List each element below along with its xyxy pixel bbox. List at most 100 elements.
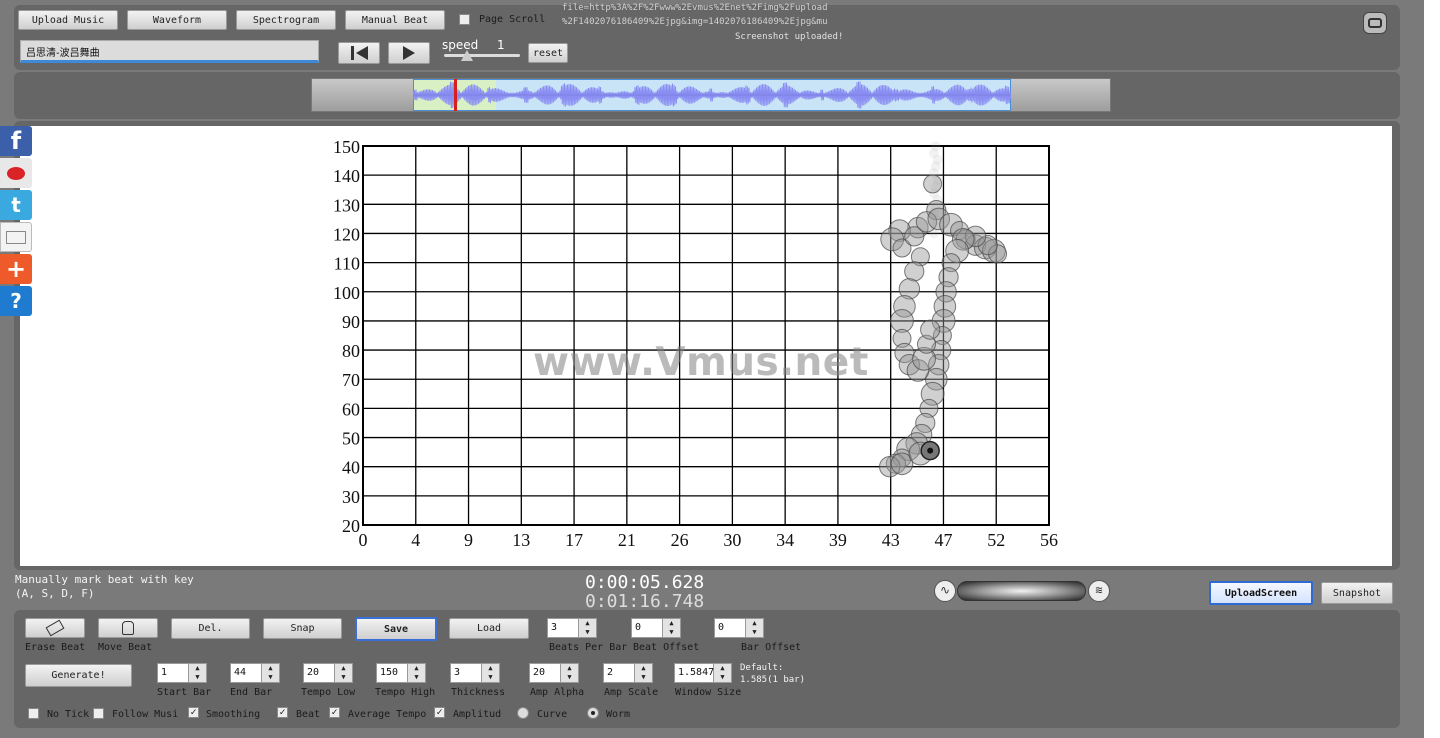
upload-music-button[interactable]: Upload Music bbox=[18, 10, 118, 30]
mail-icon[interactable] bbox=[0, 222, 32, 252]
beats-per-bar-value[interactable]: 3 bbox=[547, 618, 579, 638]
up-arrow-icon[interactable]: ▲ bbox=[714, 664, 731, 673]
move-beat-button[interactable] bbox=[98, 618, 158, 638]
page-scroll-checkbox[interactable] bbox=[459, 14, 470, 25]
amp-alpha-stepper[interactable]: 20 ▲ ▼ bbox=[529, 663, 579, 683]
waveform-zoom-icon[interactable]: ∿ bbox=[934, 580, 956, 602]
delete-button[interactable]: Del. bbox=[171, 618, 250, 639]
amplitude-slider[interactable] bbox=[957, 581, 1086, 601]
beats-per-bar-stepper[interactable]: 3 ▲ ▼ bbox=[547, 618, 597, 638]
instruction-line1: Manually mark beat with key bbox=[15, 573, 194, 586]
upload-screen-button[interactable]: UploadScreen bbox=[1209, 581, 1313, 605]
thickness-label: Thickness bbox=[451, 687, 506, 698]
app-frame: Upload Music Waveform Spectrogram Manual… bbox=[0, 0, 1424, 738]
reset-button[interactable]: reset bbox=[528, 43, 568, 63]
worm-radio[interactable] bbox=[587, 707, 599, 719]
up-arrow-icon[interactable]: ▲ bbox=[746, 619, 763, 628]
speed-slider-thumb[interactable] bbox=[461, 50, 473, 61]
start-bar-value[interactable]: 1 bbox=[157, 663, 189, 683]
snapshot-button[interactable]: Snapshot bbox=[1321, 582, 1393, 604]
speed-slider-track[interactable] bbox=[444, 54, 520, 57]
up-arrow-icon[interactable]: ▲ bbox=[408, 664, 425, 673]
up-arrow-icon[interactable]: ▲ bbox=[189, 664, 206, 673]
amp-scale-stepper[interactable]: 2 ▲ ▼ bbox=[603, 663, 653, 683]
save-button[interactable]: Save bbox=[355, 617, 437, 641]
weibo-icon[interactable] bbox=[0, 158, 32, 188]
up-arrow-icon[interactable]: ▲ bbox=[482, 664, 499, 673]
upload-info-line2: %2F1402076186409%2Ejpg&img=1402076186409… bbox=[562, 17, 828, 27]
bar-offset-value[interactable]: 0 bbox=[714, 618, 746, 638]
y-tick-label: 90 bbox=[342, 312, 360, 332]
spectrogram-button[interactable]: Spectrogram bbox=[236, 10, 336, 30]
up-arrow-icon[interactable]: ▲ bbox=[635, 664, 652, 673]
down-arrow-icon[interactable]: ▼ bbox=[262, 673, 279, 682]
thickness-value[interactable]: 3 bbox=[450, 663, 482, 683]
fullscreen-icon[interactable] bbox=[1363, 12, 1387, 34]
amp-alpha-value[interactable]: 20 bbox=[529, 663, 561, 683]
overview-waveform[interactable] bbox=[311, 78, 1111, 112]
tempo-high-stepper[interactable]: 150 ▲ ▼ bbox=[376, 663, 426, 683]
up-arrow-icon[interactable]: ▲ bbox=[262, 664, 279, 673]
down-arrow-icon[interactable]: ▼ bbox=[561, 673, 578, 682]
generate-button[interactable]: Generate! bbox=[25, 664, 132, 687]
thickness-stepper[interactable]: 3 ▲ ▼ bbox=[450, 663, 500, 683]
up-arrow-icon[interactable]: ▲ bbox=[663, 619, 680, 628]
waveform-max-icon[interactable]: ≋ bbox=[1088, 580, 1110, 602]
up-arrow-icon[interactable]: ▲ bbox=[561, 664, 578, 673]
twitter-icon[interactable]: t bbox=[0, 190, 32, 220]
window-size-stepper[interactable]: 1.5847 ▲ ▼ bbox=[674, 663, 732, 683]
tempo-low-value[interactable]: 20 bbox=[303, 663, 335, 683]
beat-offset-stepper[interactable]: 0 ▲ ▼ bbox=[631, 618, 681, 638]
no-tick-label: No Tick bbox=[47, 709, 90, 720]
smoothing-checkbox[interactable]: ✓ bbox=[188, 707, 199, 718]
tempo-high-value[interactable]: 150 bbox=[376, 663, 408, 683]
no-tick-checkbox[interactable] bbox=[28, 708, 39, 719]
amp-scale-value[interactable]: 2 bbox=[603, 663, 635, 683]
down-arrow-icon[interactable]: ▼ bbox=[579, 628, 596, 637]
down-arrow-icon[interactable]: ▼ bbox=[482, 673, 499, 682]
end-bar-stepper[interactable]: 44 ▲ ▼ bbox=[230, 663, 280, 683]
beat-label: Beat bbox=[296, 709, 321, 720]
follow-music-checkbox[interactable] bbox=[93, 708, 104, 719]
y-tick-label: 110 bbox=[334, 254, 360, 274]
down-arrow-icon[interactable]: ▼ bbox=[189, 673, 206, 682]
erase-beat-label: Erase Beat bbox=[25, 642, 86, 653]
down-arrow-icon[interactable]: ▼ bbox=[663, 628, 680, 637]
up-arrow-icon[interactable]: ▲ bbox=[579, 619, 596, 628]
upload-status: Screenshot uploaded! bbox=[735, 32, 844, 42]
end-bar-value[interactable]: 44 bbox=[230, 663, 262, 683]
speed-value: 1 bbox=[497, 38, 505, 52]
bar-offset-stepper[interactable]: 0 ▲ ▼ bbox=[714, 618, 764, 638]
playhead-marker[interactable] bbox=[454, 79, 457, 111]
plus-icon[interactable]: + bbox=[0, 254, 32, 284]
window-size-value[interactable]: 1.5847 bbox=[674, 663, 714, 683]
waveform-button[interactable]: Waveform bbox=[127, 10, 227, 30]
skip-back-icon bbox=[350, 46, 368, 60]
down-arrow-icon[interactable]: ▼ bbox=[714, 673, 731, 682]
average-tempo-checkbox[interactable]: ✓ bbox=[329, 707, 340, 718]
play-button[interactable] bbox=[388, 42, 430, 64]
down-arrow-icon[interactable]: ▼ bbox=[408, 673, 425, 682]
up-arrow-icon[interactable]: ▲ bbox=[335, 664, 352, 673]
curve-radio[interactable] bbox=[517, 707, 529, 719]
down-arrow-icon[interactable]: ▼ bbox=[635, 673, 652, 682]
beat-offset-value[interactable]: 0 bbox=[631, 618, 663, 638]
waveform-graph bbox=[413, 81, 1011, 109]
current-time: 0:00:05.628 bbox=[585, 572, 705, 593]
load-button[interactable]: Load bbox=[449, 618, 529, 639]
down-arrow-icon[interactable]: ▼ bbox=[335, 673, 352, 682]
tempo-worm-segment bbox=[923, 174, 943, 194]
down-arrow-icon[interactable]: ▼ bbox=[746, 628, 763, 637]
tempo-low-stepper[interactable]: 20 ▲ ▼ bbox=[303, 663, 353, 683]
erase-beat-button[interactable] bbox=[25, 618, 85, 638]
start-bar-stepper[interactable]: 1 ▲ ▼ bbox=[157, 663, 207, 683]
song-title-field[interactable]: 吕思清-波吕舞曲 bbox=[20, 40, 319, 63]
amplitude-checkbox[interactable]: ✓ bbox=[434, 707, 445, 718]
previous-button[interactable] bbox=[338, 42, 380, 64]
x-tick-label: 43 bbox=[882, 530, 900, 550]
facebook-icon[interactable]: f bbox=[0, 126, 32, 156]
snap-button[interactable]: Snap bbox=[263, 618, 342, 639]
beat-checkbox[interactable]: ✓ bbox=[277, 707, 288, 718]
manual-beat-button[interactable]: Manual Beat bbox=[345, 10, 445, 30]
help-icon[interactable]: ? bbox=[0, 286, 32, 316]
